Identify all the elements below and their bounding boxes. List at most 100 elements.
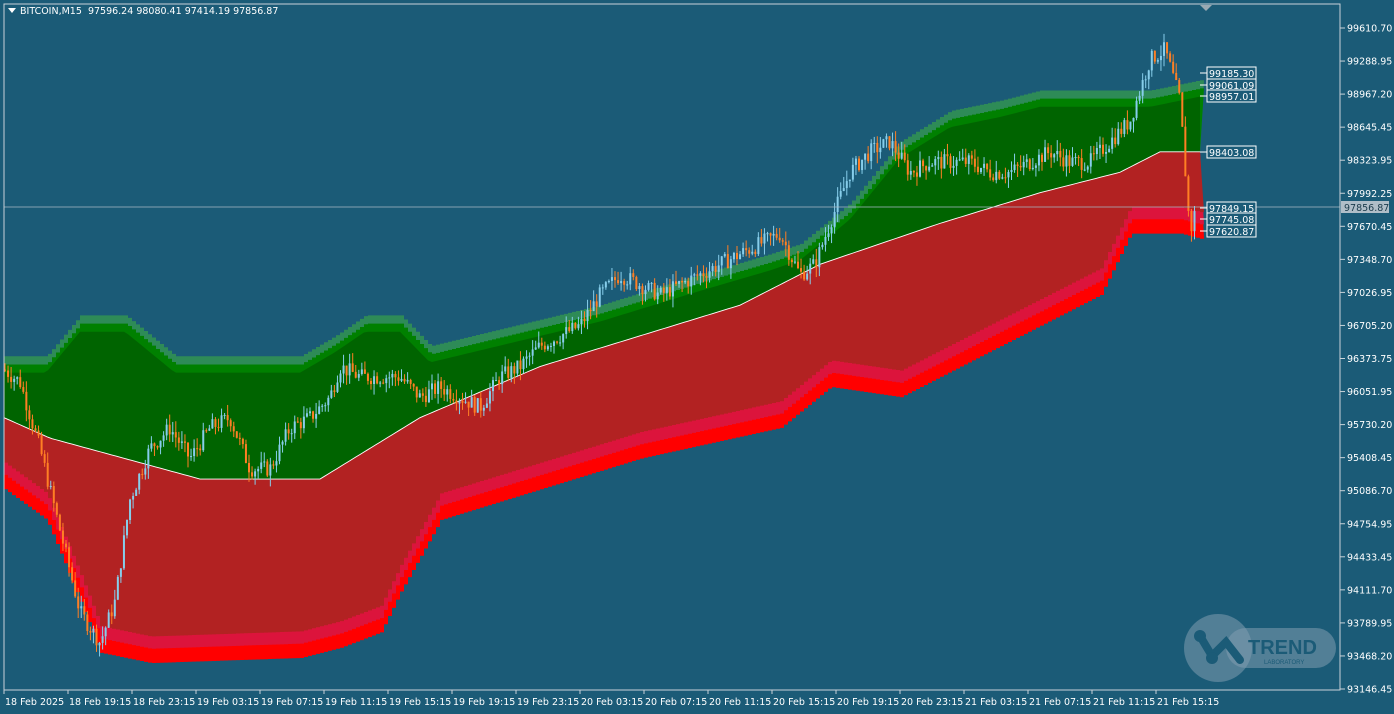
- candle-body: [55, 503, 58, 515]
- candle-body: [122, 535, 125, 569]
- candle-body: [989, 169, 992, 178]
- candle-body: [455, 400, 458, 404]
- candle-body: [357, 374, 360, 378]
- candle-body: [431, 383, 433, 390]
- candle-body: [345, 365, 348, 376]
- candle-body: [1181, 92, 1184, 127]
- candle-body: [415, 386, 418, 398]
- candle-body: [842, 188, 845, 192]
- candle-body: [171, 432, 174, 435]
- candle-body: [254, 471, 257, 477]
- candle-body: [1156, 60, 1159, 62]
- candle-body: [858, 158, 860, 171]
- candle-body: [135, 489, 138, 496]
- candle-body: [263, 461, 266, 463]
- candle-body: [80, 606, 83, 609]
- candle-body: [992, 177, 995, 181]
- candle-body: [248, 462, 250, 473]
- candle-body: [293, 421, 296, 434]
- candle-body: [1004, 177, 1007, 179]
- candle-body: [684, 280, 687, 283]
- candle-body: [903, 152, 906, 161]
- candle-body: [1077, 157, 1080, 159]
- candle-body: [848, 179, 851, 182]
- candle-body: [205, 430, 208, 432]
- candle-body: [604, 282, 607, 288]
- candle-body: [519, 360, 522, 370]
- candle-body: [629, 273, 632, 285]
- candle-body: [1144, 79, 1147, 81]
- candle-body: [882, 139, 885, 148]
- candle-body: [370, 380, 372, 385]
- x-tick-label: 18 Feb 19:15: [69, 697, 131, 708]
- y-tick-label: 93146.45: [1347, 685, 1392, 696]
- open-value: 97596.24: [87, 6, 134, 17]
- candle-body: [391, 373, 394, 378]
- y-tick-label: 98967.20: [1347, 90, 1392, 101]
- candle-body: [382, 382, 385, 384]
- candle-body: [900, 152, 903, 159]
- candle-body: [696, 274, 699, 276]
- x-tick-label: 20 Feb 07:15: [645, 697, 707, 708]
- y-tick-label: 96051.95: [1347, 387, 1392, 398]
- candle-body: [723, 254, 726, 257]
- candle-body: [354, 371, 357, 378]
- candle-body: [516, 360, 519, 374]
- candle-body: [217, 426, 220, 428]
- candle-body: [1001, 177, 1004, 179]
- candle-body: [601, 287, 604, 289]
- candle-body: [717, 265, 720, 272]
- y-tick-label: 93789.95: [1347, 618, 1392, 629]
- candle-body: [894, 141, 897, 153]
- candle-body: [180, 441, 183, 443]
- candle-body: [488, 391, 491, 404]
- candle-body: [973, 158, 976, 167]
- candle-body: [830, 227, 833, 234]
- candle-body: [278, 444, 281, 462]
- candle-body: [864, 153, 867, 160]
- candle-body: [226, 415, 229, 421]
- candle-body: [476, 398, 479, 413]
- candle-body: [549, 345, 552, 347]
- candle-body: [909, 171, 912, 175]
- candle-body: [1028, 159, 1031, 170]
- candle-body: [854, 158, 857, 165]
- candle-body: [287, 429, 290, 434]
- x-tick-label: 20 Feb 19:15: [837, 697, 899, 708]
- menu-triangle-icon[interactable]: [8, 8, 16, 13]
- candle-body: [165, 424, 168, 436]
- candle-body: [610, 277, 613, 281]
- candle-body: [525, 356, 528, 359]
- candle-body: [83, 606, 86, 615]
- candle-body: [208, 428, 211, 431]
- candle-body: [104, 627, 107, 637]
- candle-body: [77, 596, 80, 609]
- logo-graphic: TREND LABORATORY: [1184, 614, 1336, 682]
- candle-body: [452, 398, 455, 401]
- candle-body: [348, 363, 351, 376]
- candle-body: [958, 159, 961, 161]
- candle-body: [464, 401, 467, 403]
- candle-body: [775, 233, 778, 238]
- candle-body: [116, 576, 119, 600]
- y-tick-label: 99288.95: [1347, 57, 1392, 68]
- candle-body: [1108, 148, 1111, 152]
- candle-body: [702, 273, 705, 277]
- candle-body: [745, 248, 748, 251]
- candle-body: [754, 251, 757, 254]
- candle-body: [492, 380, 494, 392]
- candle-body: [617, 280, 620, 284]
- candle-body: [946, 154, 949, 157]
- candle-body: [61, 530, 64, 544]
- candle-body: [571, 322, 574, 332]
- candle-body: [119, 568, 122, 577]
- candle-body: [1178, 80, 1181, 93]
- candle-body: [1126, 120, 1129, 130]
- candle-body: [342, 365, 345, 374]
- candle-body: [626, 284, 629, 286]
- logo-title: TREND: [1248, 637, 1317, 659]
- y-tick-label: 94754.95: [1347, 519, 1392, 530]
- y-tick-label: 96373.75: [1347, 354, 1392, 365]
- candle-body: [174, 432, 177, 438]
- candle-body: [1044, 147, 1047, 162]
